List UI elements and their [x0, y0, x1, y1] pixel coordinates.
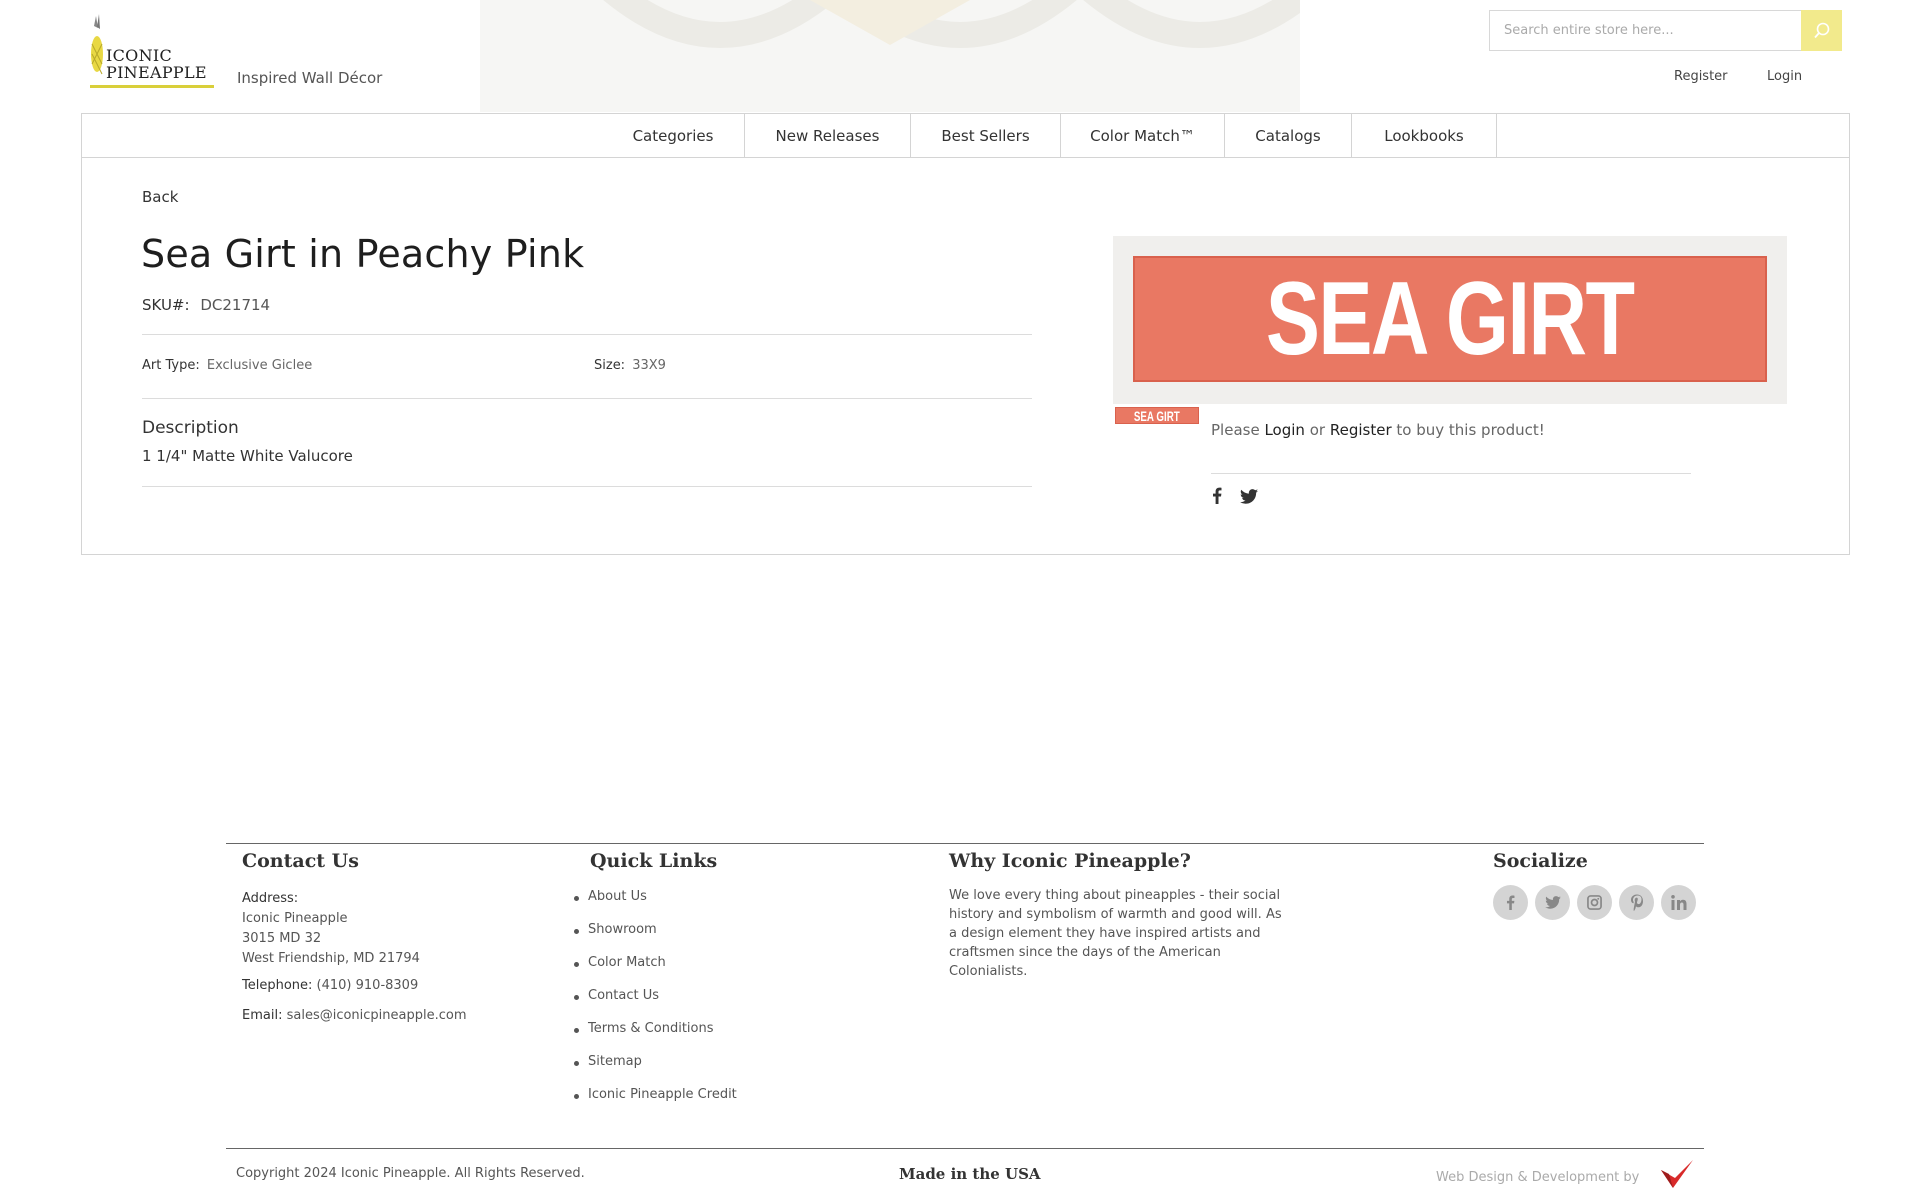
quick-link-showroom[interactable]: Showroom — [574, 922, 657, 937]
footer-top-rule — [226, 843, 1704, 844]
social-facebook-button[interactable] — [1493, 885, 1528, 920]
footer-socialize-heading: Socialize — [1493, 850, 1588, 872]
buy-or: or — [1309, 421, 1326, 439]
footer-bottom-rule — [226, 1148, 1704, 1149]
quick-link-contact-us[interactable]: Contact Us — [574, 988, 659, 1003]
nav-items: Categories New Releases Best Sellers Col… — [602, 114, 1497, 158]
search-icon — [1813, 22, 1829, 38]
login-link[interactable]: Login — [1767, 69, 1802, 84]
address-line: Iconic Pineapple — [242, 911, 348, 926]
quick-link-terms[interactable]: Terms & Conditions — [574, 1021, 714, 1036]
quick-link-about-us[interactable]: About Us — [574, 889, 647, 904]
product-artwork: SEA GIRT — [1133, 256, 1767, 382]
size-value: 33X9 — [632, 358, 666, 373]
product-sku: SKU#: DC21714 — [142, 296, 270, 314]
developer-credit-link[interactable]: Web Design & Development by — [1436, 1170, 1639, 1185]
quick-link-sitemap[interactable]: Sitemap — [574, 1054, 642, 1069]
nav-item-lookbooks[interactable]: Lookbooks — [1352, 114, 1497, 158]
size-label: Size: — [594, 358, 626, 373]
artwork-text: SEA GIRT — [1266, 261, 1635, 377]
pinterest-icon — [1630, 894, 1643, 911]
logo-line-2: PINEAPPLE — [106, 63, 207, 82]
footer-contact-heading: Contact Us — [242, 850, 359, 872]
site-tagline: Inspired Wall Décor — [237, 69, 383, 87]
description-text: 1 1/4" Matte White Valucore — [142, 447, 353, 465]
divider — [142, 486, 1032, 487]
logo-wordmark: ICONIC PINEAPPLE — [106, 47, 207, 81]
social-twitter-button[interactable] — [1535, 885, 1570, 920]
buy-suffix: to buy this product! — [1396, 421, 1545, 439]
footer-why-heading: Why Iconic Pineapple? — [949, 850, 1191, 872]
quick-link-color-match[interactable]: Color Match — [574, 955, 666, 970]
address-line: West Friendship, MD 21794 — [242, 951, 420, 966]
search-box — [1489, 10, 1842, 51]
art-type: Art Type: Exclusive Giclee — [142, 358, 312, 373]
email-link[interactable]: sales@iconicpineapple.com — [287, 1008, 467, 1023]
facebook-icon — [1213, 487, 1222, 504]
twitter-icon — [1240, 489, 1258, 504]
nav-item-new-releases[interactable]: New Releases — [745, 114, 911, 158]
address-line: 3015 MD 32 — [242, 931, 322, 946]
made-in-usa: Made in the USA — [899, 1165, 1041, 1183]
nav-item-best-sellers[interactable]: Best Sellers — [911, 114, 1061, 158]
social-pinterest-button[interactable] — [1619, 885, 1654, 920]
facebook-icon — [1506, 895, 1515, 910]
developer-logo-icon[interactable] — [1659, 1158, 1695, 1192]
telephone-label: Telephone: — [242, 978, 313, 993]
product-thumbnail[interactable]: SEA GIRT — [1115, 407, 1199, 424]
footer-address: Address: Iconic Pineapple 3015 MD 32 Wes… — [242, 889, 420, 969]
footer-email: Email: sales@iconicpineapple.com — [242, 1006, 467, 1026]
share-twitter-button[interactable] — [1240, 489, 1258, 508]
register-link[interactable]: Register — [1674, 69, 1728, 84]
divider — [142, 398, 1032, 399]
buy-login-link[interactable]: Login — [1264, 421, 1304, 439]
social-instagram-button[interactable] — [1577, 885, 1612, 920]
footer-quick-links-heading: Quick Links — [590, 850, 718, 872]
size: Size: 33X9 — [594, 358, 666, 373]
email-label: Email: — [242, 1008, 283, 1023]
linkedin-icon — [1670, 895, 1686, 910]
search-input[interactable] — [1490, 11, 1801, 50]
logo-line-1: ICONIC — [106, 46, 173, 65]
back-link[interactable]: Back — [142, 188, 178, 206]
sku-label: SKU#: — [142, 296, 190, 314]
footer-telephone: Telephone: (410) 910-8309 — [242, 976, 418, 996]
main-navigation: Categories New Releases Best Sellers Col… — [81, 113, 1850, 158]
buy-message: Please Login or Register to buy this pro… — [1211, 421, 1545, 439]
sku-value: DC21714 — [200, 296, 271, 314]
buy-prefix: Please — [1211, 421, 1260, 439]
thumbnail-text: SEA GIRT — [1134, 407, 1180, 424]
nav-item-categories[interactable]: Categories — [602, 114, 745, 158]
header-pattern-background — [480, 0, 1300, 112]
product-title: Sea Girt in Peachy Pink — [141, 232, 585, 276]
twitter-icon — [1544, 896, 1561, 909]
divider — [142, 334, 1032, 335]
logo-underline — [90, 85, 214, 88]
buy-register-link[interactable]: Register — [1330, 421, 1392, 439]
art-type-label: Art Type: — [142, 358, 200, 373]
search-button[interactable] — [1801, 10, 1842, 51]
instagram-icon — [1587, 895, 1602, 910]
site-logo[interactable]: ICONIC PINEAPPLE — [90, 14, 216, 90]
nav-item-color-match[interactable]: Color Match™ — [1061, 114, 1225, 158]
product-image[interactable]: SEA GIRT — [1113, 236, 1787, 404]
footer-why-text: We love every thing about pineapples - t… — [949, 888, 1282, 979]
divider — [1211, 473, 1691, 474]
description-heading: Description — [142, 418, 239, 438]
address-label: Address: — [242, 891, 299, 906]
copyright-text: Copyright 2024 Iconic Pineapple. All Rig… — [236, 1166, 585, 1181]
quick-link-credit[interactable]: Iconic Pineapple Credit — [574, 1087, 737, 1102]
nav-item-catalogs[interactable]: Catalogs — [1225, 114, 1352, 158]
site-header: ICONIC PINEAPPLE Inspired Wall Décor Reg… — [0, 0, 1920, 112]
social-linkedin-button[interactable] — [1661, 885, 1696, 920]
telephone-value: (410) 910-8309 — [316, 978, 419, 993]
share-facebook-button[interactable] — [1212, 487, 1222, 508]
art-type-value: Exclusive Giclee — [206, 358, 313, 373]
